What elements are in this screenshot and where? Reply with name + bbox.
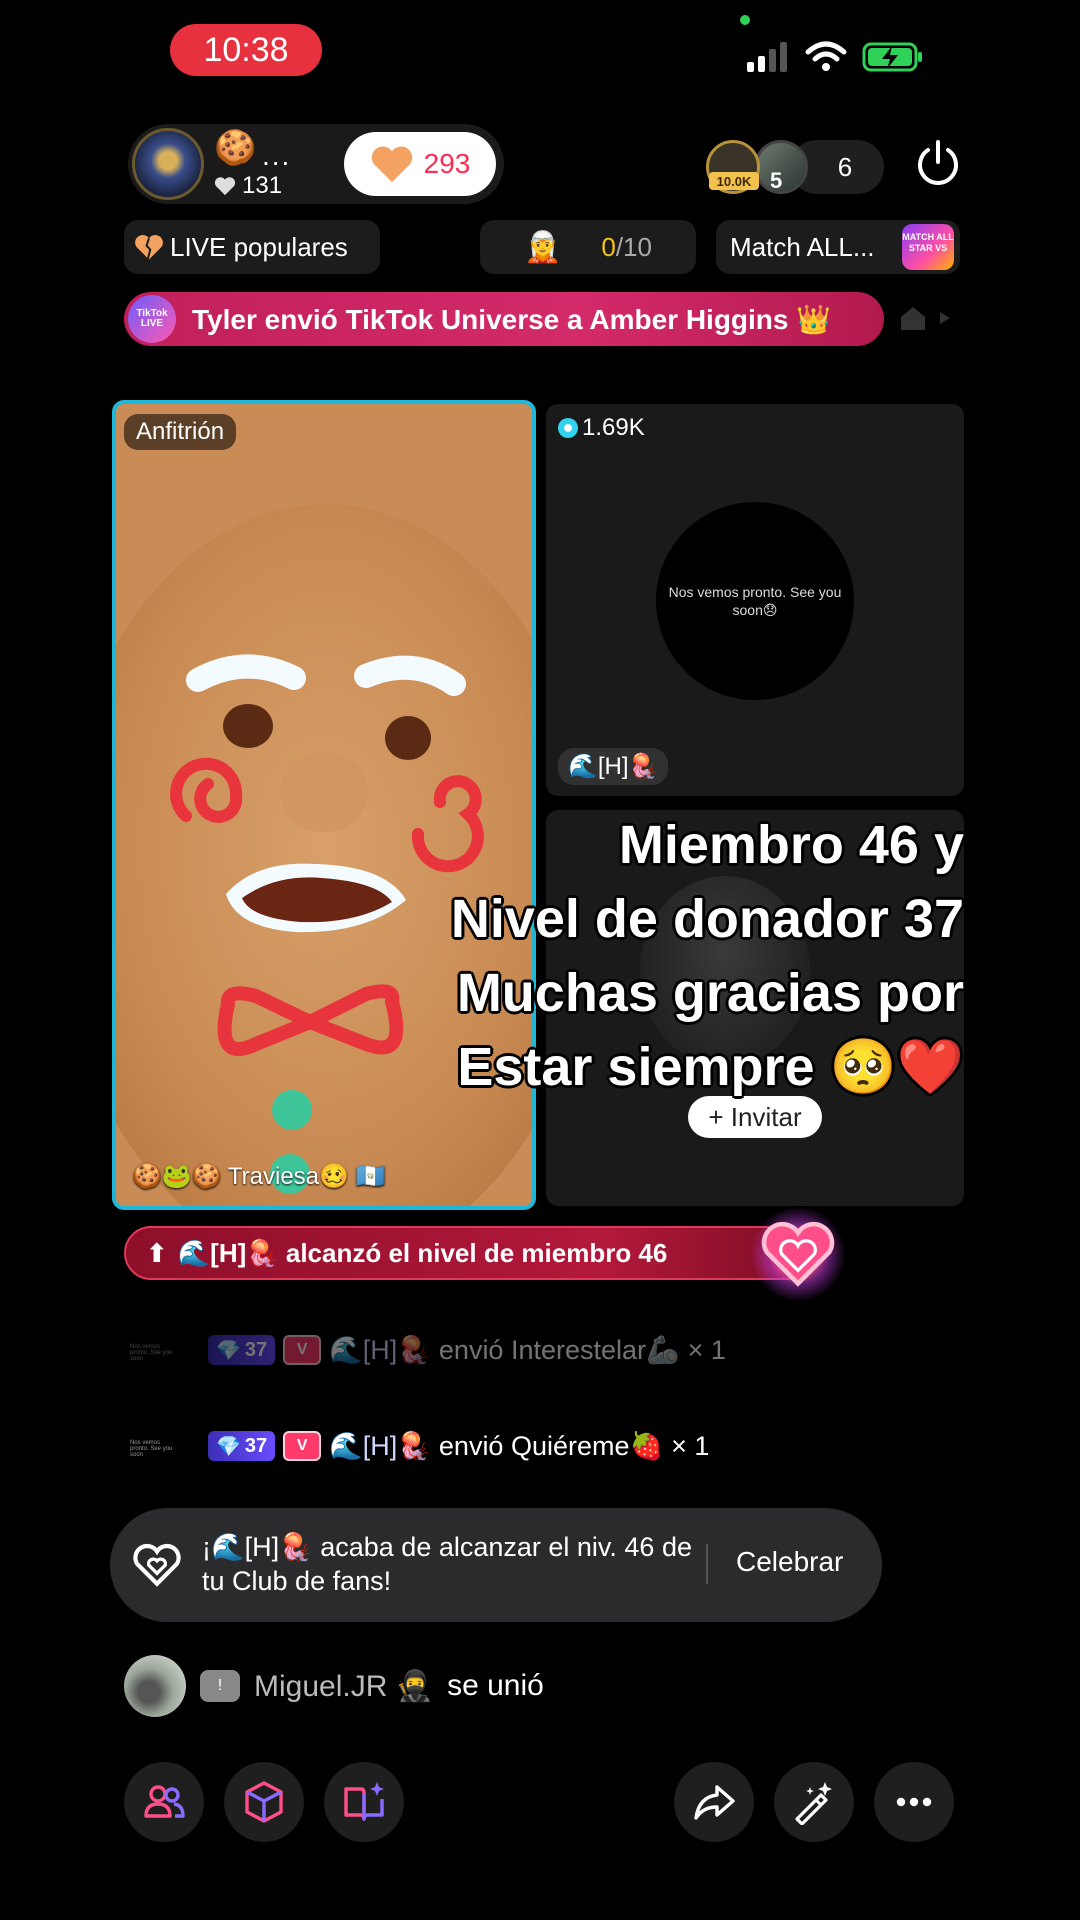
gift-notification-banner[interactable]: TikTok LIVE Tyler envió TikTok Universe … bbox=[124, 292, 884, 346]
chat-username[interactable]: 🌊[H]🪼 bbox=[329, 1334, 431, 1366]
join-action: se unió bbox=[447, 1669, 544, 1702]
home-icon bbox=[901, 307, 925, 330]
fan-club-text: ¡🌊[H]🪼 acaba de alcanzar el niv. 46 de t… bbox=[202, 1532, 692, 1596]
magic-wand-icon bbox=[795, 1782, 832, 1825]
play-icon bbox=[940, 312, 950, 324]
member-level-banner[interactable]: ⬆ 🌊[H]🪼 alcanzó el nivel de miembro 46 bbox=[124, 1226, 814, 1280]
magic-wand-button[interactable] bbox=[774, 1762, 854, 1842]
chat-username[interactable]: 🌊[H]🪼 bbox=[329, 1430, 431, 1462]
host-tag: Anfitrión bbox=[124, 414, 237, 450]
joiner-username[interactable]: Miguel.JR 🥷 bbox=[254, 1669, 433, 1704]
diamond-icon: 💎 bbox=[216, 1435, 241, 1458]
ranking-character-icon: 🧝 bbox=[524, 230, 562, 264]
share-button[interactable] bbox=[674, 1762, 754, 1842]
diamond-icon: 💎 bbox=[216, 1339, 241, 1362]
top-viewer-badge: 10.0K bbox=[709, 172, 759, 190]
gift-banner-text: Tyler envió TikTok Universe a Amber Higg… bbox=[192, 303, 832, 335]
follow-count: 293 bbox=[423, 148, 471, 179]
match-all-star-chip[interactable]: Match ALL... MATCH ALL STAR VS bbox=[716, 220, 960, 274]
heart-icon bbox=[214, 177, 236, 196]
guest-coins: 1.69K bbox=[558, 414, 645, 442]
glowing-heart-icon bbox=[750, 1206, 846, 1302]
orange-heart-icon bbox=[371, 146, 412, 183]
guest-coins-value: 1.69K bbox=[582, 414, 645, 441]
host-name-emoji: 🍪 bbox=[214, 129, 257, 167]
chat-message[interactable]: Nos vemos pronto. See you soon 💎 37 V 🌊[H… bbox=[130, 1426, 709, 1466]
broken-heart-icon bbox=[135, 234, 163, 260]
joiner-level-badge: ! bbox=[200, 1670, 240, 1702]
host-likes: 131 bbox=[214, 172, 282, 200]
chat-message[interactable]: Nos vemos pronto. See you soon 💎 37 V 🌊[H… bbox=[130, 1330, 726, 1370]
host-avatar[interactable] bbox=[132, 128, 204, 200]
fan-club-badge: V bbox=[283, 1431, 322, 1461]
join-message[interactable]: ! Miguel.JR 🥷 se unió bbox=[124, 1654, 544, 1718]
caption-line-2: Nivel de donador 37 bbox=[450, 889, 964, 949]
share-arrow-icon bbox=[694, 1785, 735, 1820]
host-name-truncated: ... bbox=[262, 140, 292, 171]
users-icon bbox=[144, 1785, 185, 1818]
caption-line-1: Miembro 46 y bbox=[618, 815, 964, 875]
guest-video-panel[interactable]: 1.69K Nos vemos pronto. See you soon😞 🌊[… bbox=[546, 404, 964, 796]
guests-button[interactable] bbox=[124, 1762, 204, 1842]
more-dots-icon bbox=[896, 1797, 932, 1807]
caption-line-4: Estar siempre 🥺❤️ bbox=[457, 1037, 964, 1097]
up-arrow-icon: ⬆ bbox=[146, 1237, 168, 1268]
topics-button[interactable] bbox=[324, 1762, 404, 1842]
host-likes-count: 131 bbox=[242, 172, 283, 199]
signal-icon bbox=[747, 42, 787, 72]
guest-away-message: Nos vemos pronto. See you soon😞 bbox=[656, 502, 854, 700]
donor-level-badge: 💎 37 bbox=[208, 1335, 276, 1365]
heart-outline-icon bbox=[761, 1221, 835, 1287]
gift-count: × 1 bbox=[687, 1334, 726, 1365]
effects-button[interactable] bbox=[224, 1762, 304, 1842]
live-popular-chip[interactable]: LIVE populares bbox=[124, 220, 380, 274]
coin-icon bbox=[558, 418, 578, 438]
battery-charging-icon bbox=[862, 42, 922, 72]
host-panel-name: 🍪🐸🍪 Traviesa🥴 🇬🇹 bbox=[132, 1163, 386, 1190]
donor-level-badge: 💎 37 bbox=[208, 1431, 276, 1461]
chat-text: envió Interestelar🦾 bbox=[438, 1335, 680, 1365]
gift-count: × 1 bbox=[671, 1430, 710, 1461]
status-time: 10:38 bbox=[170, 24, 322, 76]
match-all-star-badge: MATCH ALL STAR VS bbox=[902, 224, 954, 270]
power-icon[interactable] bbox=[912, 138, 964, 190]
more-button[interactable] bbox=[874, 1762, 954, 1842]
live-popular-label: LIVE populares bbox=[170, 231, 348, 262]
book-sparkle-icon bbox=[344, 1782, 384, 1821]
cube-icon bbox=[245, 1781, 283, 1823]
heart-outline-icon bbox=[133, 1543, 181, 1587]
ranking-chip[interactable]: 🧝 0/10 bbox=[480, 220, 696, 274]
wifi-icon bbox=[805, 41, 847, 71]
member-banner-text: 🌊[H]🪼 alcanzó el nivel de miembro 46 bbox=[177, 1237, 668, 1268]
fan-club-notice[interactable]: ¡🌊[H]🪼 acaba de alcanzar el niv. 46 de t… bbox=[110, 1508, 882, 1622]
banner-side-icons[interactable] bbox=[898, 302, 968, 334]
joiner-avatar[interactable] bbox=[124, 1655, 186, 1717]
top-viewer-rank-2: 5 bbox=[770, 168, 783, 193]
follow-button[interactable]: 293 bbox=[344, 132, 496, 196]
chat-text: envió Quiéreme🍓 bbox=[438, 1431, 664, 1461]
caption-line-3: Muchas gracias por bbox=[456, 963, 964, 1023]
match-label: Match ALL... bbox=[730, 231, 875, 262]
divider bbox=[706, 1544, 708, 1584]
ranking-progress: 0/10 bbox=[601, 231, 652, 262]
chat-avatar-thumb: Nos vemos pronto. See you soon bbox=[130, 1344, 173, 1362]
camera-indicator bbox=[740, 15, 750, 25]
chat-avatar-thumb: Nos vemos pronto. See you soon bbox=[130, 1440, 173, 1458]
fan-club-badge: V bbox=[283, 1335, 322, 1365]
celebrate-button[interactable]: Celebrar bbox=[736, 1546, 843, 1578]
guest-name: 🌊[H]🪼 bbox=[558, 748, 669, 785]
overlay-caption: Miembro 46 y Nivel de donador 37 Muchas … bbox=[344, 808, 964, 1104]
tiktok-live-logo: TikTok LIVE bbox=[128, 295, 176, 343]
